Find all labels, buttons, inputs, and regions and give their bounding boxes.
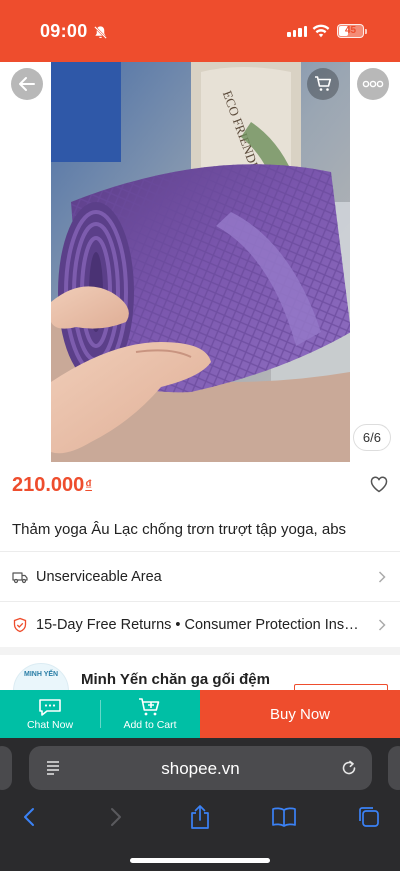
price-currency: ₫ [85,477,92,492]
guarantee-row[interactable]: 15-Day Free Returns • Consumer Protectio… [0,601,400,647]
shipping-label: Unserviceable Area [36,568,162,585]
back-nav-button[interactable] [16,804,42,830]
chat-now-button[interactable]: Chat Now [0,690,100,738]
signal-icon [287,26,307,37]
battery-icon: 45 [337,24,364,38]
prev-tab-edge[interactable] [0,746,12,790]
action-bar: Chat Now Add to Cart Buy Now [0,690,400,738]
status-time: 09:00 [40,21,88,41]
chat-now-label: Chat Now [26,719,74,731]
add-to-cart-label: Add to Cart [123,719,177,731]
share-icon [191,805,209,829]
url-text: shopee.vn [161,759,240,778]
chevron-right-icon [378,571,386,583]
product-title: Thảm yoga Âu Lạc chống trơn trượt tập yo… [12,521,347,538]
bell-slash-icon [94,26,107,39]
wifi-icon [312,24,330,38]
back-arrow-icon [19,77,35,91]
add-cart-icon [139,698,160,716]
back-button[interactable] [11,68,43,100]
buy-now-label: Buy Now [269,705,331,723]
truck-icon [12,571,28,583]
heart-icon[interactable] [370,476,388,493]
browser-toolbar [0,800,400,834]
shop-name[interactable]: Minh Yến chăn ga gối đệm [81,671,270,688]
back-icon [24,808,34,826]
action-separator [100,700,101,728]
image-counter: 6/6 [352,424,391,451]
next-tab-edge[interactable] [388,746,400,790]
chevron-right-icon [378,619,386,631]
product-price: 210.000₫ [12,474,92,497]
cart-button[interactable] [307,68,339,100]
guarantee-label: 15-Day Free Returns • Consumer Protectio… [36,616,366,633]
product-image-carousel[interactable]: ECO FRIENDLY 6/6 [0,62,400,462]
status-bar: 09:00 45 [0,0,400,62]
home-indicator [130,858,270,863]
tabs-icon [359,807,379,827]
add-to-cart-button[interactable]: Add to Cart [100,690,200,738]
share-button[interactable] [187,804,213,830]
forward-nav-button[interactable] [103,804,129,830]
tabs-button[interactable] [356,804,382,830]
more-icon [362,80,384,88]
bookmarks-button[interactable] [271,804,297,830]
shield-icon [13,617,27,632]
address-bar[interactable]: shopee.vn [29,746,372,790]
product-photo: ECO FRIENDLY [51,62,350,462]
shipping-row[interactable]: Unserviceable Area [0,551,400,601]
reload-icon[interactable] [340,759,358,777]
browser-chrome: shopee.vn [0,738,400,871]
bookmarks-icon [272,807,296,827]
chat-icon [39,699,61,716]
battery-tip [365,29,367,34]
buy-now-button[interactable]: Buy Now [200,690,400,738]
forward-icon [111,808,121,826]
battery-level: 45 [344,25,357,36]
cart-icon [315,76,332,91]
price-value: 210.000 [12,474,85,496]
shop-avatar-text: MINH YẾN [24,671,59,678]
section-divider [0,647,400,655]
more-button[interactable] [357,68,389,100]
